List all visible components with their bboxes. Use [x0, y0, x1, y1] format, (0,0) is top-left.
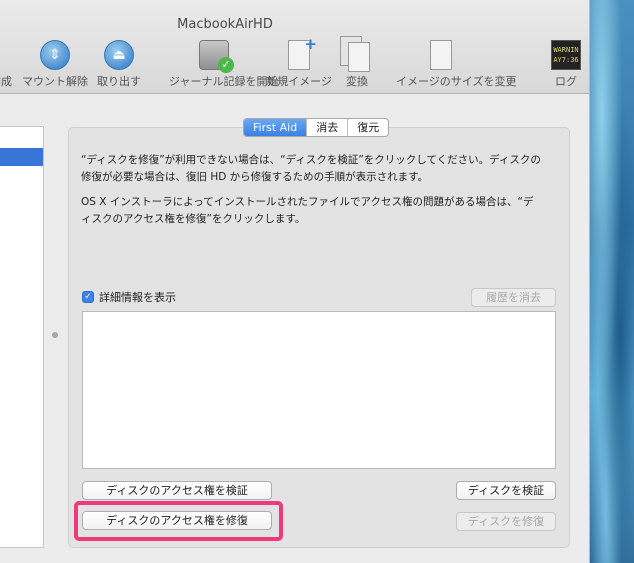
- plus-icon: +: [304, 35, 317, 53]
- tab-bar: First Aid 消去 復元: [243, 118, 390, 137]
- desktop-background: [588, 0, 634, 563]
- toolbar-log-button[interactable]: WARNIN AY7:36 ログ: [551, 40, 581, 88]
- details-log-area[interactable]: [82, 311, 556, 469]
- splitter-handle[interactable]: [52, 332, 58, 338]
- tab-erase[interactable]: 消去: [306, 119, 347, 136]
- toolbar-journaling-button[interactable]: ✓ ジャーナル記録を開始: [169, 40, 278, 88]
- toolbar-log-label: ログ: [555, 75, 577, 88]
- highlight-annotation: [74, 501, 283, 541]
- tab-restore[interactable]: 復元: [347, 119, 388, 136]
- tab-first-aid[interactable]: First Aid: [244, 119, 307, 136]
- toolbar-resize-image-button[interactable]: イメージのサイズを変更: [396, 40, 516, 88]
- toolbar-resize-image-label: イメージのサイズを変更: [396, 75, 517, 88]
- toolbar: MacbookAirHD 作成 ⇕ マウント解除 ⏏ 取り出す ✓ ジャーナル記…: [0, 0, 589, 94]
- checkmark-icon: ✓: [218, 57, 234, 73]
- toolbar-journaling-label: ジャーナル記録を開始: [169, 75, 279, 88]
- verify-disk-button[interactable]: ディスクを検証: [456, 481, 556, 500]
- unmount-icon: ⇕: [40, 40, 70, 70]
- checkbox-checked-icon[interactable]: ✓: [82, 291, 94, 303]
- verify-permissions-button[interactable]: ディスクのアクセス権を検証: [82, 481, 272, 500]
- new-image-icon: +: [288, 35, 317, 70]
- toolbar-convert-label: 変換: [346, 75, 368, 88]
- window-title: MacbookAirHD: [177, 17, 273, 32]
- toolbar-convert-button[interactable]: 変換: [340, 36, 372, 88]
- description-paragraph-2: OS X インストーラによってインストールされたファイルでアクセス権の問題がある…: [81, 196, 534, 225]
- log-icon: WARNIN AY7:36: [551, 40, 581, 70]
- disk-list-selected-item[interactable]: [0, 148, 43, 166]
- show-details-label: 詳細情報を表示: [99, 291, 176, 304]
- eject-icon: ⏏: [104, 40, 134, 70]
- show-details-checkbox[interactable]: ✓ 詳細情報を表示: [82, 289, 176, 305]
- toolbar-new-image-button[interactable]: + 新規イメージ: [266, 35, 332, 88]
- toolbar-eject-label: 取り出す: [97, 75, 141, 88]
- convert-icon: [340, 36, 370, 72]
- toolbar-eject-button[interactable]: ⏏ 取り出す: [97, 40, 141, 88]
- disk-journal-icon: ✓: [199, 40, 234, 73]
- disk-list[interactable]: [0, 126, 44, 548]
- description-paragraph-1: “ディスクを修復”が利用できない場合は、“ディスクを検証”をクリックしてください…: [81, 154, 541, 183]
- toolbar-unmount-button[interactable]: ⇕ マウント解除: [22, 40, 88, 88]
- clear-history-button[interactable]: 履歴を消去: [471, 288, 556, 307]
- disk-utility-window: MacbookAirHD 作成 ⇕ マウント解除 ⏏ 取り出す ✓ ジャーナル記…: [0, 0, 590, 563]
- repair-disk-button[interactable]: ディスクを修復: [456, 512, 556, 531]
- resize-image-icon: [430, 40, 452, 70]
